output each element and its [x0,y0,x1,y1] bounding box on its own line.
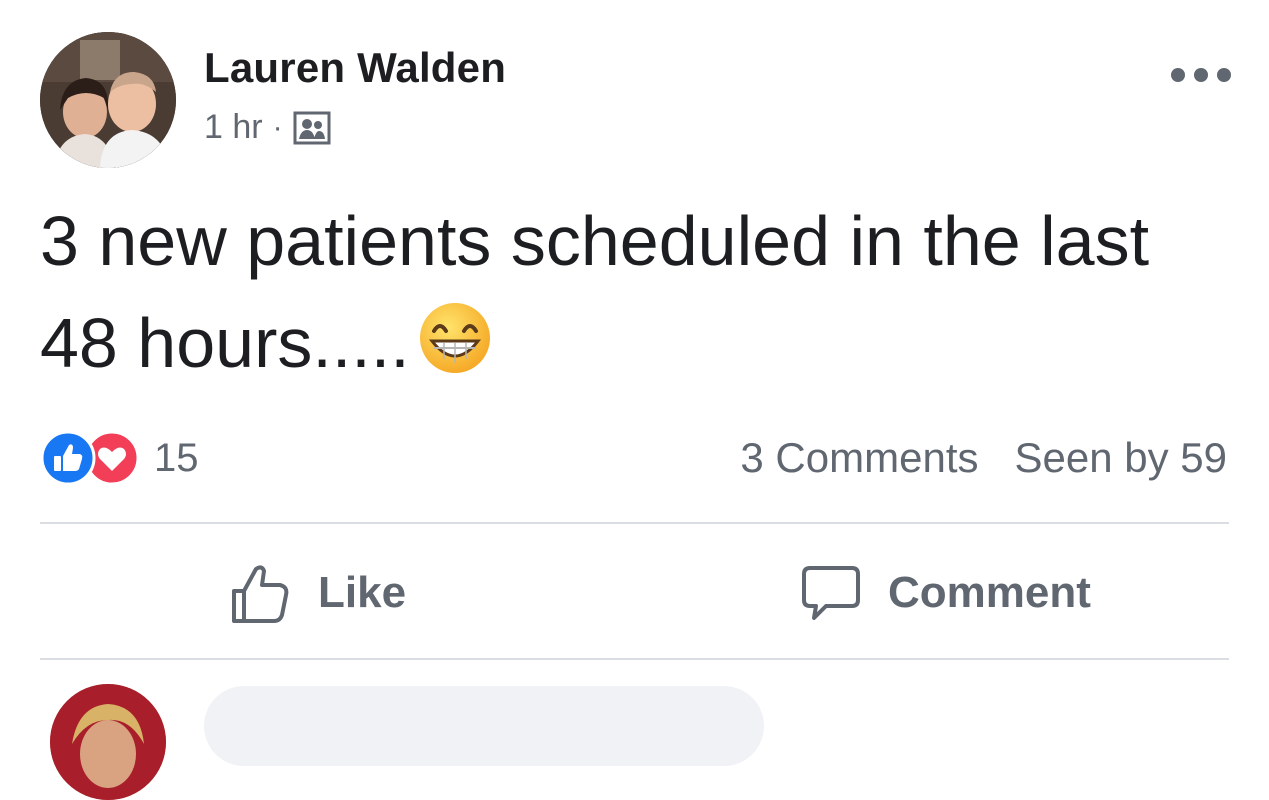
comments-count-link[interactable]: 3 Comments [740,434,978,482]
post-timestamp[interactable]: 1 hr [204,108,263,147]
reactions-summary[interactable]: 15 [40,430,199,486]
like-button-label: Like [318,568,407,617]
author-avatar[interactable] [40,32,176,168]
comment-bubble-icon [800,562,862,624]
more-dot-icon [1171,68,1185,82]
post-text: 3 new patients scheduled in the last 48 … [40,190,1220,394]
friends-group-icon[interactable] [293,111,331,145]
like-button[interactable]: Like [228,558,406,628]
seen-by-link[interactable]: Seen by 59 [1014,434,1227,482]
post-meta: 1 hr · [204,108,331,147]
post-stats: 3 Comments Seen by 59 [740,434,1227,482]
comment-input[interactable] [204,686,764,766]
current-user-avatar[interactable] [50,684,166,800]
like-reaction-icon [40,430,96,486]
more-options-button[interactable] [1171,60,1231,90]
divider [40,658,1229,660]
divider [40,522,1229,524]
more-dot-icon [1217,68,1231,82]
reaction-count: 15 [154,435,199,480]
post-text-content: 3 new patients scheduled in the last 48 … [40,202,1150,382]
feed-post: Lauren Walden 1 hr · 3 new patients sche… [0,0,1269,800]
comment-button[interactable]: Comment [800,558,1091,628]
meta-separator: · [272,110,283,144]
more-dot-icon [1194,68,1208,82]
thumbs-up-icon [228,561,292,625]
author-name[interactable]: Lauren Walden [204,44,506,92]
comment-button-label: Comment [888,568,1091,617]
grinning-face-emoji-icon [418,300,492,374]
